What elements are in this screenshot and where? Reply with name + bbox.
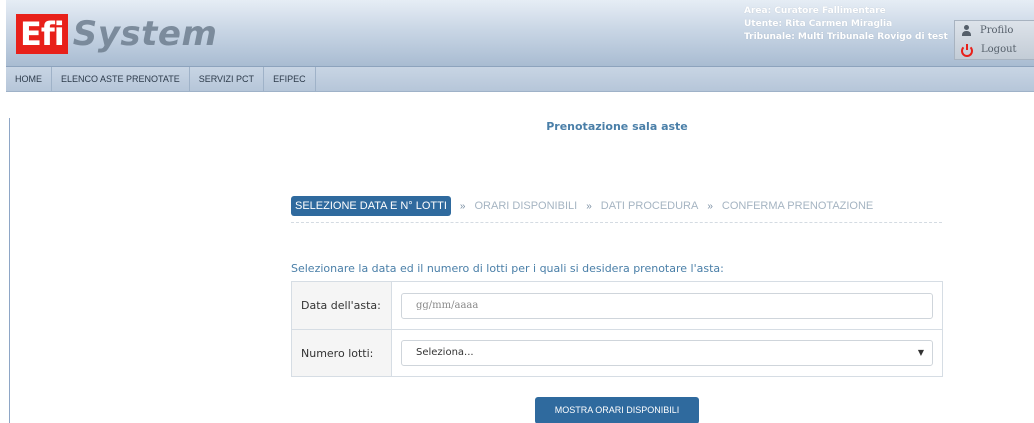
date-cell: gg/mm/aaaa (392, 282, 942, 329)
user-menu: Profilo Logout (954, 20, 1034, 60)
user-tribunal: Tribunale: Multi Tribunale Rovigo di tes… (744, 32, 948, 42)
wizard-separator: » (707, 200, 713, 212)
wizard-step-selezione-data: SELEZIONE DATA E N° LOTTI (291, 196, 451, 216)
form-row-lots: Numero lotti: Seleziona... ▼ (292, 329, 942, 376)
logo-efi-text: Efi (16, 14, 68, 54)
main-nav: HOME ELENCO ASTE PRENOTATE SERVIZI PCT E… (6, 67, 1034, 92)
profile-link[interactable]: Profilo (955, 21, 1034, 40)
person-icon (961, 24, 971, 37)
wizard-step-orari-disponibili: ORARI DISPONIBILI (474, 200, 578, 212)
content-left-border (9, 118, 10, 423)
lots-select[interactable]: Seleziona... ▼ (401, 340, 933, 366)
show-available-times-button[interactable]: MOSTRA ORARI DISPONIBILI (535, 397, 699, 423)
nav-item-efipec[interactable]: EFIPEC (264, 67, 316, 92)
efisystem-logo[interactable]: Efi System (16, 14, 217, 54)
form-instruction: Selezionare la data ed il numero di lott… (291, 262, 724, 275)
nav-item-elenco-aste-prenotate[interactable]: ELENCO ASTE PRENOTATE (52, 67, 190, 92)
wizard-divider (291, 222, 942, 223)
app-header: Efi System Area: Curatore Fallimentare U… (6, 0, 1034, 67)
user-name: Utente: Rita Carmen Miraglia (744, 19, 893, 29)
lots-cell: Seleziona... ▼ (392, 330, 942, 376)
form-row-date: Data dell'asta: gg/mm/aaaa (292, 282, 942, 329)
nav-item-home[interactable]: HOME (6, 67, 52, 92)
nav-item-servizi-pct[interactable]: SERVIZI PCT (190, 67, 265, 92)
logo-system-text: System (72, 14, 218, 54)
wizard-step-conferma-prenotazione: CONFERMA PRENOTAZIONE (721, 200, 874, 212)
wizard-step-dati-procedura: DATI PROCEDURA (600, 200, 699, 212)
caret-down-icon: ▼ (917, 348, 924, 357)
user-area: Area: Curatore Fallimentare (744, 6, 886, 16)
booking-form: Data dell'asta: gg/mm/aaaa Numero lotti:… (291, 281, 943, 377)
profile-label: Profilo (980, 25, 1014, 36)
wizard-separator: » (459, 200, 466, 212)
logout-label: Logout (981, 44, 1017, 55)
lots-label: Numero lotti: (292, 330, 392, 376)
lots-select-value: Seleziona... (416, 347, 474, 358)
page-title: Prenotazione sala aste (546, 120, 688, 133)
wizard-separator: » (586, 200, 592, 212)
date-label: Data dell'asta: (292, 282, 392, 329)
logout-link[interactable]: Logout (955, 40, 1034, 59)
date-input[interactable]: gg/mm/aaaa (401, 292, 933, 319)
user-info: Area: Curatore Fallimentare Utente: Rita… (744, 5, 948, 44)
power-icon (961, 44, 973, 57)
wizard-steps: SELEZIONE DATA E N° LOTTI » ORARI DISPON… (291, 196, 873, 216)
